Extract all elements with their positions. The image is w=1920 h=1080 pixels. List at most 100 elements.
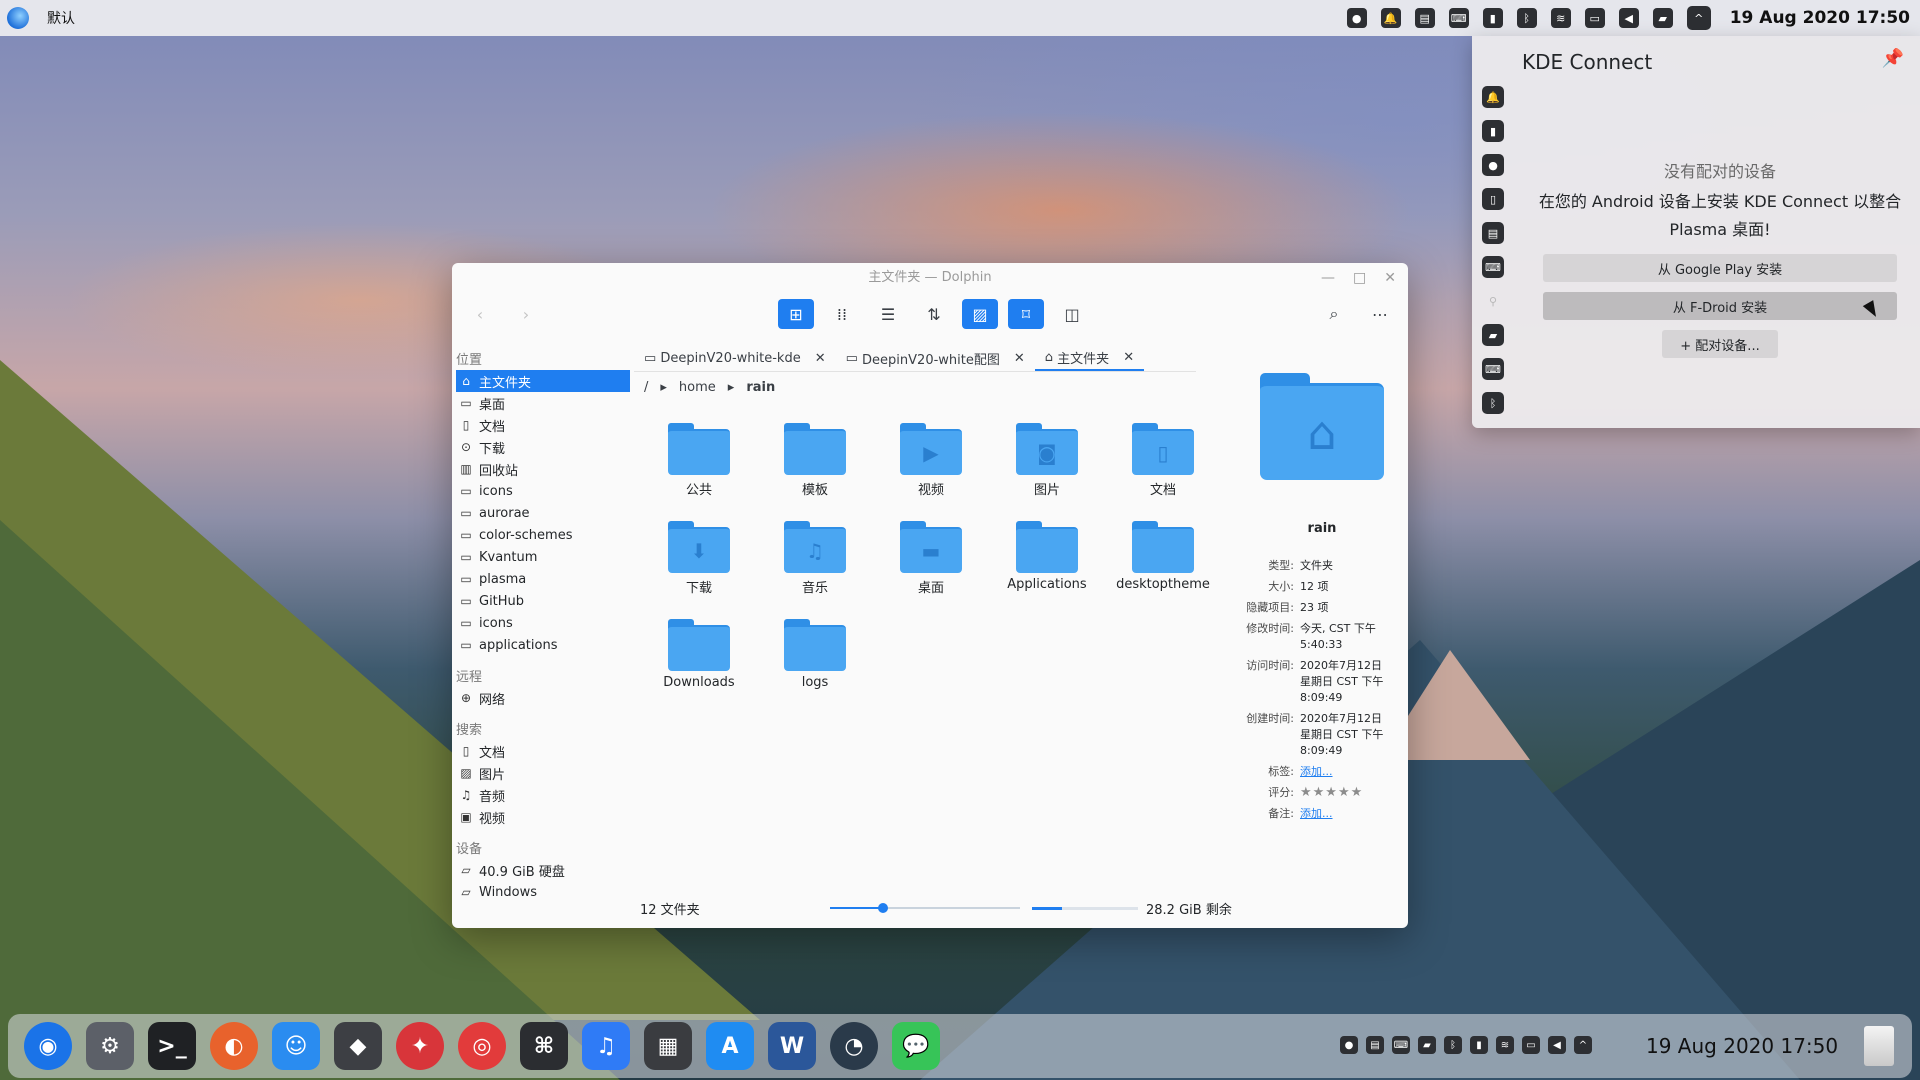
- rating-stars[interactable]: ★★★★★: [1300, 785, 1390, 801]
- bluetooth-icon[interactable]: ᛒ: [1444, 1036, 1462, 1054]
- remote-icon[interactable]: ▮: [1482, 120, 1504, 142]
- clipboard-icon[interactable]: ▤: [1366, 1036, 1384, 1054]
- github-icon[interactable]: ⌘: [520, 1022, 568, 1070]
- wifi-icon[interactable]: ≋: [1496, 1036, 1514, 1054]
- folder-item[interactable]: ▬ 桌面: [876, 521, 986, 596]
- bluetooth-icon[interactable]: ᛒ: [1482, 392, 1504, 414]
- notification-icon[interactable]: 🔔: [1380, 8, 1401, 28]
- slider-handle[interactable]: [878, 903, 889, 913]
- close-tab-icon[interactable]: ✕: [1014, 351, 1025, 366]
- keyboard-icon[interactable]: ⌨: [1392, 1036, 1410, 1054]
- clipboard-icon[interactable]: ▤: [1482, 222, 1504, 244]
- place-desktop[interactable]: ▭ 桌面: [452, 392, 634, 414]
- dock-clock[interactable]: 19 Aug 2020 17:50: [1646, 1034, 1838, 1058]
- volume-icon[interactable]: ◀: [1618, 8, 1639, 28]
- terminal-icon[interactable]: >_: [148, 1022, 196, 1070]
- breadcrumb-root[interactable]: /: [644, 380, 648, 395]
- display-icon[interactable]: ▭: [1584, 8, 1605, 28]
- split-view-icon[interactable]: ◫: [1054, 299, 1090, 329]
- deepin-logo-icon[interactable]: [7, 7, 29, 29]
- app-store-icon[interactable]: A: [706, 1022, 754, 1070]
- back-icon[interactable]: ‹: [462, 299, 498, 329]
- phone-icon[interactable]: ▮: [1482, 8, 1503, 28]
- zoom-slider[interactable]: [830, 903, 1020, 913]
- folder-item[interactable]: Downloads: [644, 619, 754, 690]
- close-tab-icon[interactable]: ✕: [1123, 350, 1134, 365]
- expand-tray-icon[interactable]: ^: [1686, 6, 1711, 30]
- bookmark-icon[interactable]: ⌑: [1008, 299, 1044, 329]
- wifi-icon[interactable]: ≋: [1550, 8, 1571, 28]
- folder-item[interactable]: 模板: [760, 423, 870, 498]
- firefox-icon[interactable]: ◐: [210, 1022, 258, 1070]
- sort-icon[interactable]: ⇅: [916, 299, 952, 329]
- settings-icon[interactable]: ⚙: [86, 1022, 134, 1070]
- bluetooth-icon[interactable]: ᛒ: [1516, 8, 1537, 28]
- battery-icon[interactable]: ▰: [1482, 324, 1504, 346]
- clipboard-icon[interactable]: ▤: [1414, 8, 1435, 28]
- place-kvantum[interactable]: ▭ Kvantum: [452, 546, 634, 568]
- word-icon[interactable]: W: [768, 1022, 816, 1070]
- folder-item[interactable]: ⬇ 下载: [644, 521, 754, 596]
- compact-view-icon[interactable]: ⁞⁞: [824, 299, 860, 329]
- folder-item[interactable]: Applications: [992, 521, 1102, 592]
- folder-item[interactable]: logs: [760, 619, 870, 690]
- dashboard-icon[interactable]: ◔: [830, 1022, 878, 1070]
- netease-music-icon[interactable]: ◎: [458, 1022, 506, 1070]
- calculator-icon[interactable]: ▦: [644, 1022, 692, 1070]
- place-icons[interactable]: ▭ icons: [452, 480, 634, 502]
- place-github[interactable]: ▭ GitHub: [452, 590, 634, 612]
- search-video[interactable]: ▣ 视频: [452, 806, 634, 828]
- safari-icon[interactable]: ✦: [396, 1022, 444, 1070]
- place-applications[interactable]: ▭ applications: [452, 634, 634, 656]
- place-icons-2[interactable]: ▭ icons: [452, 612, 634, 634]
- add-tag-link[interactable]: 添加...: [1300, 764, 1390, 780]
- record-icon[interactable]: ●: [1482, 154, 1504, 176]
- folder-item[interactable]: ▶ 视频: [876, 423, 986, 498]
- pair-device-button[interactable]: + 配对设备...: [1662, 330, 1778, 358]
- device-disk[interactable]: ▱ 40.9 GiB 硬盘: [452, 859, 634, 881]
- folder-item[interactable]: 公共: [644, 423, 754, 498]
- place-color-schemes[interactable]: ▭ color-schemes: [452, 524, 634, 546]
- expand-tray-icon[interactable]: ^: [1574, 1036, 1592, 1054]
- breadcrumb-rain[interactable]: rain: [746, 380, 775, 395]
- search-icon[interactable]: ⌕: [1316, 299, 1352, 329]
- clock[interactable]: 19 Aug 2020 17:50: [1730, 8, 1910, 28]
- phone-icon[interactable]: ▯: [1482, 188, 1504, 210]
- tab-home[interactable]: ⌂ 主文件夹 ✕: [1034, 345, 1145, 371]
- keyboard2-icon[interactable]: ⌨: [1482, 358, 1504, 380]
- volume-icon[interactable]: ◀: [1548, 1036, 1566, 1054]
- folder-item[interactable]: desktoptheme: [1108, 521, 1218, 592]
- google-play-button[interactable]: 从 Google Play 安装: [1543, 254, 1897, 282]
- preview-icon[interactable]: ▨: [962, 299, 998, 329]
- place-plasma[interactable]: ▭ plasma: [452, 568, 634, 590]
- search-documents[interactable]: ▯ 文档: [452, 740, 634, 762]
- deepin-launcher-icon[interactable]: ◉: [24, 1022, 72, 1070]
- inkscape-icon[interactable]: ◆: [334, 1022, 382, 1070]
- finder-icon[interactable]: ☺: [272, 1022, 320, 1070]
- place-documents[interactable]: ▯ 文档: [452, 414, 634, 436]
- folder-item[interactable]: ◙ 图片: [992, 423, 1102, 498]
- add-comment-link[interactable]: 添加...: [1300, 806, 1390, 822]
- messages-icon[interactable]: 💬: [892, 1022, 940, 1070]
- forward-icon[interactable]: ›: [508, 299, 544, 329]
- device-windows[interactable]: ▱ Windows: [452, 881, 634, 903]
- place-downloads[interactable]: ⊙ 下载: [452, 436, 634, 458]
- close-icon[interactable]: ✕: [1384, 263, 1396, 293]
- trash-icon[interactable]: [1864, 1026, 1894, 1066]
- music-icon[interactable]: ♫: [582, 1022, 630, 1070]
- battery-icon[interactable]: ▰: [1652, 8, 1673, 28]
- search-audio[interactable]: ♫ 音频: [452, 784, 634, 806]
- folder-item[interactable]: ♫ 音乐: [760, 521, 870, 596]
- keyboard-icon[interactable]: ⌨: [1482, 256, 1504, 278]
- record-icon[interactable]: ●: [1340, 1036, 1358, 1054]
- place-trash[interactable]: ▥ 回收站: [452, 458, 634, 480]
- location-icon[interactable]: ⚲: [1482, 290, 1504, 312]
- phone-icon[interactable]: ▮: [1470, 1036, 1488, 1054]
- tab-deepin-images[interactable]: ▭ DeepinV20-white配图 ✕: [836, 345, 1035, 371]
- search-images[interactable]: ▨ 图片: [452, 762, 634, 784]
- active-app-name[interactable]: 默认: [47, 8, 75, 28]
- place-aurorae[interactable]: ▭ aurorae: [452, 502, 634, 524]
- keyboard-icon[interactable]: ⌨: [1448, 8, 1469, 28]
- maximize-icon[interactable]: □: [1353, 263, 1366, 293]
- battery-icon[interactable]: ▰: [1418, 1036, 1436, 1054]
